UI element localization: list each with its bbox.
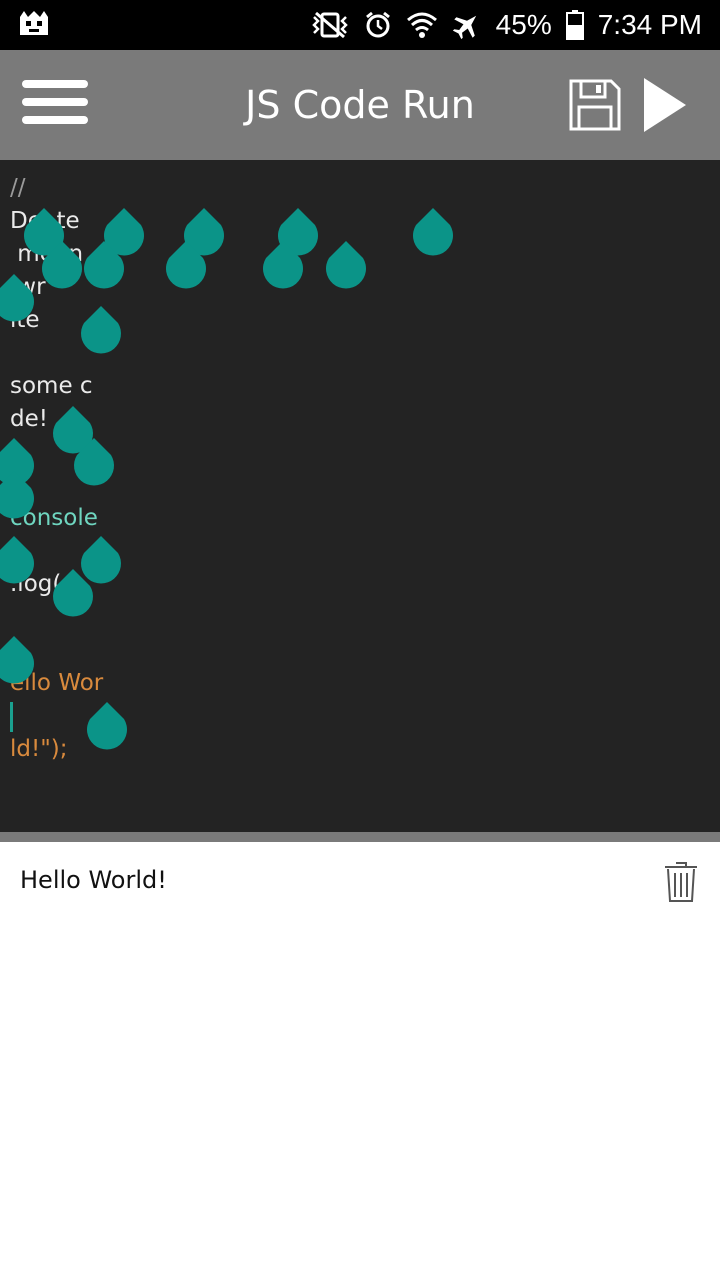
drop-marker: [278, 208, 318, 256]
clock-time: 7:34 PM: [597, 9, 702, 40]
code-line: //: [10, 175, 26, 201]
code-line: wr: [10, 274, 46, 300]
alarm-icon: [364, 11, 392, 39]
code-line: De te: [10, 208, 80, 234]
battery-percent: 45%: [495, 9, 552, 40]
code-line: ld!");: [10, 736, 68, 762]
panel-divider[interactable]: [0, 832, 720, 842]
drop-marker: [184, 208, 225, 256]
code-line: ite: [10, 307, 40, 333]
code-line: some c: [10, 373, 93, 399]
console-panel: Hello World!: [0, 842, 720, 1280]
drop-marker: [263, 241, 303, 289]
code-line: [10, 700, 110, 733]
hamburger-menu-icon[interactable]: [22, 80, 88, 132]
code-text[interactable]: // De te me n wr ite some c de! console .log( e…: [10, 172, 110, 766]
status-bar: 45% 7:34 PM: [0, 0, 720, 50]
play-icon[interactable]: [642, 76, 688, 134]
wifi-icon: [406, 10, 438, 40]
code-line: console: [10, 505, 98, 531]
code-line: me n: [10, 241, 84, 267]
floppy-disk-icon[interactable]: [568, 78, 622, 132]
trash-can-icon[interactable]: [662, 860, 700, 904]
code-editor[interactable]: // De te me n wr ite some c de! console .log( e…: [0, 160, 720, 832]
drop-marker: [413, 208, 454, 256]
drop-marker: [326, 241, 366, 289]
vibrate-mute-icon: [310, 11, 350, 39]
code-line: de!: [10, 406, 48, 432]
airplane-icon: [452, 10, 482, 40]
code-line: .log(: [10, 571, 62, 597]
notification-app-icon: [18, 9, 50, 43]
drop-marker: [104, 208, 144, 256]
text-caret: [10, 701, 13, 732]
app-bar: JS Code Run: [0, 50, 720, 160]
console-output: Hello World!: [20, 866, 167, 894]
battery-icon: [565, 10, 584, 40]
drop-marker: [166, 241, 206, 289]
code-line: ello Wor: [10, 670, 104, 696]
